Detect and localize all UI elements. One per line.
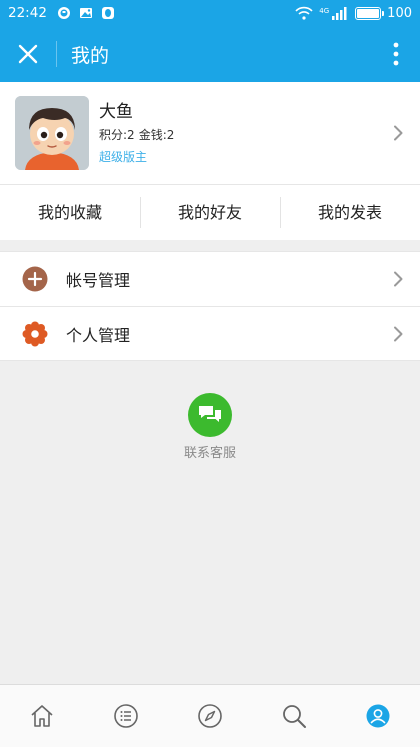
- signal-icon: [332, 6, 347, 20]
- title-divider: [56, 41, 57, 67]
- profile-info: 大鱼 积分:2 金钱:2 超级版主: [99, 101, 174, 165]
- my-favorites-link[interactable]: 我的收藏: [0, 185, 140, 240]
- home-icon: [31, 705, 53, 727]
- username: 大鱼: [99, 102, 133, 122]
- close-button[interactable]: [0, 26, 56, 82]
- user-role: 超级版主: [99, 150, 148, 164]
- compass-icon: [198, 704, 222, 728]
- battery-icon: [355, 6, 385, 20]
- page-title: 我的: [71, 44, 110, 67]
- settings-menu: 帐号管理 个人管理: [0, 251, 420, 361]
- qq-icon: [101, 7, 114, 19]
- money-label: 金钱:2: [138, 128, 175, 142]
- wifi-icon: [295, 6, 313, 20]
- network-type: 4G: [319, 6, 330, 15]
- status-left: 22:42: [8, 5, 115, 21]
- status-right: 4G 100: [295, 6, 412, 21]
- more-vertical-icon: [393, 42, 399, 66]
- nav-profile[interactable]: [336, 685, 420, 747]
- status-bar: 22:42 4G 100: [0, 0, 420, 26]
- contact-service-label: 联系客服: [183, 446, 236, 461]
- quick-links: 我的收藏 我的好友 我的发表: [0, 185, 420, 240]
- menu-item-account[interactable]: 帐号管理: [0, 252, 420, 306]
- nav-list[interactable]: [84, 685, 168, 747]
- points-label: 积分:2: [99, 128, 135, 142]
- user-icon: [366, 704, 390, 728]
- chat-bubbles-icon: [188, 393, 232, 437]
- menu-item-personal[interactable]: 个人管理: [0, 306, 420, 360]
- contact-service-button[interactable]: 联系客服: [180, 393, 240, 461]
- chevron-right-icon: [394, 125, 403, 141]
- profile-card[interactable]: 大鱼 积分:2 金钱:2 超级版主: [0, 82, 420, 185]
- avatar: [15, 96, 89, 170]
- more-button[interactable]: [372, 26, 420, 82]
- chevron-right-icon: [394, 271, 403, 287]
- plus-circle-icon: [22, 266, 48, 292]
- search-icon: [283, 705, 306, 728]
- whatsapp-icon: [57, 7, 70, 19]
- photo-icon: [79, 8, 92, 18]
- nav-home[interactable]: [0, 685, 84, 747]
- avatar-image: [15, 96, 89, 170]
- user-stats: 积分:2 金钱:2: [99, 127, 174, 143]
- nav-discover[interactable]: [168, 685, 252, 747]
- menu-label-personal: 个人管理: [66, 325, 131, 345]
- chevron-right-icon: [394, 326, 403, 341]
- status-time: 22:42: [8, 5, 47, 21]
- close-icon: [18, 44, 38, 64]
- my-friends-link[interactable]: 我的好友: [140, 185, 280, 240]
- list-icon: [114, 704, 138, 728]
- nav-search[interactable]: [252, 685, 336, 747]
- bottom-nav: [0, 684, 420, 747]
- title-bar: 我的: [0, 26, 420, 82]
- battery-level: 100: [387, 5, 412, 21]
- gear-icon: [22, 321, 48, 347]
- menu-label-account: 帐号管理: [66, 271, 131, 290]
- my-posts-link[interactable]: 我的发表: [280, 185, 420, 240]
